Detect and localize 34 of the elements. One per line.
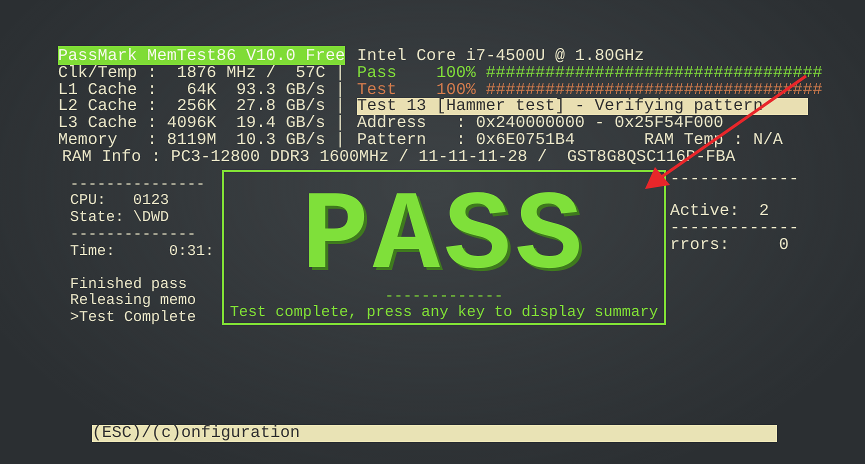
popup-rule: ------------- — [384, 288, 504, 304]
status-line: Time: 0:31: — [70, 244, 216, 261]
popup-message: Test complete, press any key to display summary — [230, 304, 658, 322]
status-line: rrors: 0 — [670, 236, 790, 254]
cpu-model: Intel Core i7-4500U @ 1.80GHz — [357, 48, 646, 65]
system-info-line: Memory : 8119M 10.3 GB/s | — [58, 132, 346, 149]
progress-label: Pass — [357, 62, 397, 82]
program-title: PassMark MemTest86 V10.0 Free — [58, 46, 346, 65]
status-line: CPU: 0123 — [70, 193, 170, 210]
status-line: State: \DWD — [70, 210, 170, 227]
pass-title: PASS — [302, 188, 586, 288]
pattern-value: : 0x6E0751B4 — [456, 130, 575, 149]
status-line: >Test Complete — [70, 310, 198, 327]
ram-temp-value: : N/A — [733, 130, 783, 149]
progress-percent: 100% — [436, 80, 476, 99]
system-info-line: L2 Cache : 256K 27.8 GB/s | — [58, 98, 346, 116]
progress-bar-text: ################################## — [486, 62, 822, 82]
progress-label: Test — [357, 80, 397, 99]
address-value: : 0x240000000 - 0x25F54F000 — [456, 113, 724, 132]
progress-percent: 100% — [436, 62, 476, 82]
system-info-line: L1 Cache : 64K 93.3 GB/s | — [58, 82, 346, 98]
status-line: -------------- — [70, 226, 198, 244]
footer-bar: (ESC)/(c)onfiguration — [92, 425, 777, 442]
status-line: ------------- — [670, 170, 799, 188]
status-line: --------------- — [70, 176, 206, 194]
current-test-banner: Test 13 [Hammer test] - Verifying pattern — [357, 98, 808, 116]
status-line: Releasing memo — [70, 293, 198, 310]
system-info-line: L3 Cache : 4096K 19.4 GB/s | — [58, 115, 346, 132]
address-label: Address — [357, 113, 426, 132]
status-line: Active: 2 — [670, 203, 770, 220]
status-line: ------------- — [670, 220, 799, 237]
status-line: Finished pass — [70, 276, 188, 293]
system-info-line: Clk/Temp : 1876 MHz / 57C | — [58, 64, 346, 82]
pattern-label: Pattern — [357, 130, 426, 149]
